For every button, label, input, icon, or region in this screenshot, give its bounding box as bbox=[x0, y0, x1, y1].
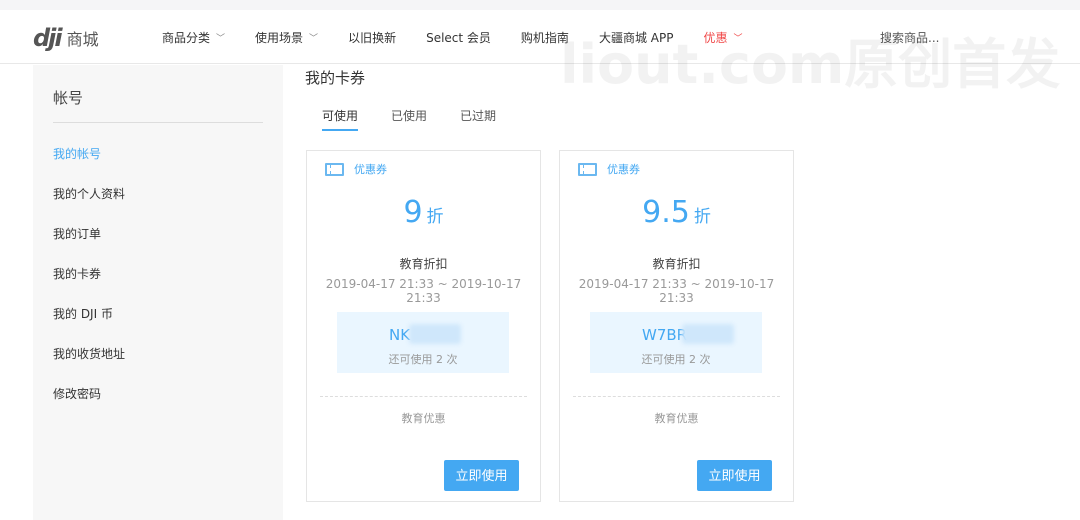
code-redaction bbox=[682, 324, 734, 344]
coupon-description: 教育优惠 bbox=[401, 412, 446, 425]
coupon-card: 优惠券 9折 教育折扣 2019-04-17 21:33 ~ 2019-10-1… bbox=[306, 150, 541, 502]
coupon-code: NK bbox=[389, 326, 411, 344]
sidebar-item-my-account[interactable]: 我的帐号 bbox=[53, 145, 263, 163]
coupon-value: 9折 bbox=[307, 195, 540, 230]
coupon-validity: 2019-04-17 21:33 ~ 2019-10-17 21:33 bbox=[325, 277, 522, 305]
ticket-icon bbox=[325, 162, 344, 176]
discount-number: 9 bbox=[403, 195, 423, 230]
nav-label: 商品分类 bbox=[162, 31, 211, 45]
coupon-description: 教育优惠 bbox=[654, 412, 699, 425]
coupon-code-box: W7BR 还可使用 2 次 bbox=[590, 312, 762, 373]
nav-buying-guide[interactable]: 购机指南 bbox=[521, 29, 569, 46]
dji-store-logo[interactable]: dji 商城 bbox=[33, 24, 99, 52]
sidebar-item-change-password[interactable]: 修改密码 bbox=[53, 385, 263, 403]
nav-label: 优惠 bbox=[703, 31, 728, 45]
sidebar-item-dji-coins[interactable]: 我的 DJI 币 bbox=[53, 305, 263, 323]
search-input[interactable]: 搜索商品... bbox=[880, 29, 939, 46]
chevron-down-icon: ﹀ bbox=[216, 34, 226, 44]
divider bbox=[320, 396, 527, 397]
discount-number: 9.5 bbox=[642, 195, 690, 230]
coupon-code: W7BR bbox=[642, 326, 688, 344]
sidebar-item-orders[interactable]: 我的订单 bbox=[53, 225, 263, 243]
tab-available[interactable]: 可使用 bbox=[322, 107, 359, 131]
nav-app[interactable]: 大疆商城 APP bbox=[599, 29, 674, 46]
dji-logo: dji bbox=[33, 24, 63, 52]
logo-text: 商城 bbox=[66, 30, 99, 49]
sidebar-item-addresses[interactable]: 我的收货地址 bbox=[53, 345, 263, 363]
remaining-uses: 还可使用 2 次 bbox=[388, 353, 458, 366]
top-strip bbox=[0, 0, 1080, 10]
chevron-down-icon: ﹀ bbox=[309, 34, 319, 44]
use-now-button[interactable]: 立即使用 bbox=[697, 460, 772, 491]
header: dji 商城 商品分类 ﹀ 使用场景 ﹀ 以旧换新 Select 会员 购机指南 大… bbox=[0, 10, 1080, 64]
page-title: 我的卡券 bbox=[305, 69, 366, 87]
sidebar-item-profile[interactable]: 我的个人资料 bbox=[53, 185, 263, 203]
divider bbox=[573, 396, 780, 397]
tab-used[interactable]: 已使用 bbox=[391, 107, 427, 131]
coupon-name: 教育折扣 bbox=[652, 257, 701, 271]
coupon-type: 优惠券 bbox=[325, 161, 387, 177]
coupon-tabs: 可使用 已使用 已过期 bbox=[322, 107, 529, 131]
nav-label: 使用场景 bbox=[255, 31, 304, 45]
use-now-button[interactable]: 立即使用 bbox=[444, 460, 519, 491]
coupon-validity: 2019-04-17 21:33 ~ 2019-10-17 21:33 bbox=[578, 277, 775, 305]
sidebar-title: 帐号 bbox=[53, 65, 263, 123]
nav-select-member[interactable]: Select 会员 bbox=[426, 29, 491, 46]
code-redaction bbox=[409, 324, 461, 344]
coupon-card: 优惠券 9.5 折 教育折扣 2019-04-17 21:33 ~ 2019-10… bbox=[559, 150, 794, 502]
coupon-type-label: 优惠券 bbox=[354, 163, 387, 176]
ticket-icon bbox=[578, 162, 597, 176]
nav-promotions[interactable]: 优惠 ﹀ bbox=[703, 29, 742, 46]
main-nav: 商品分类 ﹀ 使用场景 ﹀ 以旧换新 Select 会员 购机指南 大疆商城 APP… bbox=[162, 29, 772, 46]
nav-scenarios[interactable]: 使用场景 ﹀ bbox=[255, 29, 318, 46]
tab-expired[interactable]: 已过期 bbox=[460, 107, 496, 131]
coupon-type-label: 优惠券 bbox=[607, 163, 640, 176]
account-sidebar: 帐号 我的帐号 我的个人资料 我的订单 我的卡券 我的 DJI 币 我的收货地址… bbox=[33, 65, 283, 520]
coupon-value: 9.5 折 bbox=[560, 195, 793, 230]
nav-trade-in[interactable]: 以旧换新 bbox=[348, 29, 396, 46]
nav-categories[interactable]: 商品分类 ﹀ bbox=[162, 29, 225, 46]
discount-unit: 折 bbox=[693, 207, 711, 227]
sidebar-item-coupons[interactable]: 我的卡券 bbox=[53, 265, 263, 283]
coupon-type: 优惠券 bbox=[578, 161, 640, 177]
coupon-code-box: NK 还可使用 2 次 bbox=[337, 312, 509, 373]
chevron-down-icon: ﹀ bbox=[733, 34, 743, 44]
coupon-name: 教育折扣 bbox=[399, 257, 448, 271]
remaining-uses: 还可使用 2 次 bbox=[641, 353, 711, 366]
discount-unit: 折 bbox=[426, 207, 444, 227]
